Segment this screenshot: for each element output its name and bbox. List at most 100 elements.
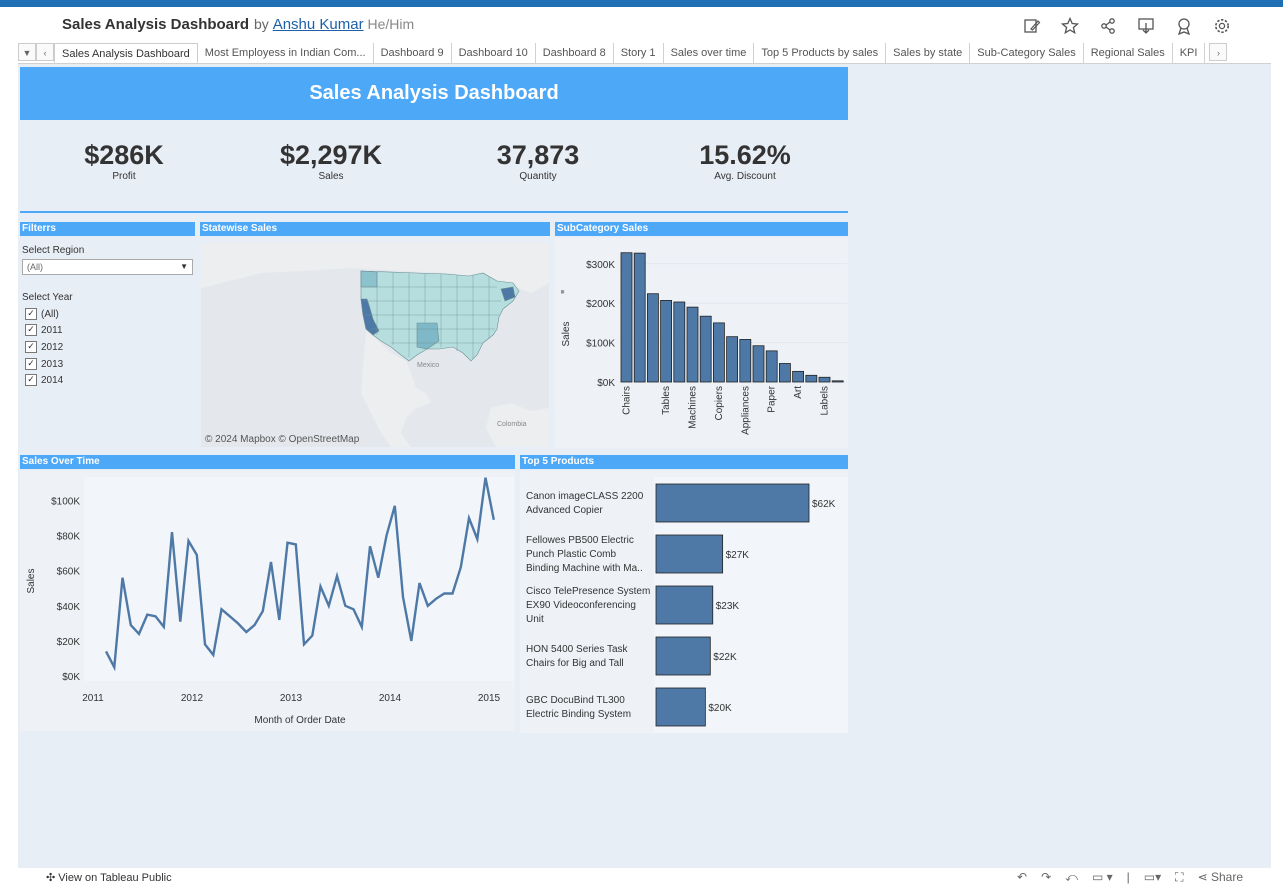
sales-point[interactable]: [418, 582, 421, 585]
sales-point[interactable]: [113, 666, 116, 669]
year-checkbox-all[interactable]: ✓ (All): [25, 308, 59, 321]
share-icon[interactable]: [1099, 17, 1117, 35]
sales-point[interactable]: [451, 592, 454, 595]
top5-bar[interactable]: [655, 534, 724, 574]
sort-icon[interactable]: ≡: [560, 290, 567, 294]
tab-sub-category-sales[interactable]: Sub-Category Sales: [970, 43, 1084, 63]
sales-point[interactable]: [352, 608, 355, 611]
subcategory-bar[interactable]: [818, 376, 831, 383]
sales-point[interactable]: [261, 610, 264, 613]
subcategory-bar[interactable]: [620, 252, 633, 383]
sales-point[interactable]: [360, 625, 363, 628]
sales-point[interactable]: [162, 625, 165, 628]
tab-story-1[interactable]: Story 1: [614, 43, 664, 63]
sales-point[interactable]: [171, 531, 174, 534]
sales-point[interactable]: [228, 615, 231, 618]
year-checkbox-2014[interactable]: ✓ 2014: [25, 374, 63, 387]
subcategory-bar[interactable]: [805, 374, 818, 383]
sales-point[interactable]: [129, 624, 132, 627]
sales-point[interactable]: [154, 615, 157, 618]
sales-point[interactable]: [146, 613, 149, 616]
sales-point[interactable]: [278, 618, 281, 621]
sales-point[interactable]: [195, 553, 198, 556]
sales-point[interactable]: [138, 632, 141, 635]
subcategory-bar[interactable]: [647, 293, 659, 383]
subcategory-bar[interactable]: [778, 363, 791, 383]
tab-regional-sales[interactable]: Regional Sales: [1084, 43, 1173, 63]
region-select[interactable]: (All) ▼: [22, 259, 193, 275]
sales-point[interactable]: [385, 534, 388, 537]
sales-point[interactable]: [121, 576, 124, 579]
top5-bar[interactable]: [655, 636, 711, 676]
author-link[interactable]: Anshu Kumar: [273, 16, 364, 33]
sales-point[interactable]: [369, 545, 372, 548]
subcategory-bar[interactable]: [752, 345, 765, 383]
sales-point[interactable]: [484, 476, 487, 479]
sales-point[interactable]: [402, 596, 405, 599]
sales-point[interactable]: [443, 592, 446, 595]
sales-point[interactable]: [410, 639, 413, 642]
sales-point[interactable]: [336, 575, 339, 578]
subcategory-bar[interactable]: [739, 339, 752, 383]
tab-dashboard-9[interactable]: Dashboard 9: [374, 43, 452, 63]
undo-icon[interactable]: ↶: [1017, 870, 1027, 885]
sales-point[interactable]: [187, 539, 190, 542]
badge-icon[interactable]: [1175, 17, 1193, 36]
sales-point[interactable]: [435, 597, 438, 600]
tab-most-employess[interactable]: Most Employess in Indian Com...: [198, 43, 374, 63]
tab-sales-by-state[interactable]: Sales by state: [886, 43, 971, 63]
subcategory-bar[interactable]: [660, 300, 672, 383]
tab-menu-button[interactable]: ▼: [18, 43, 36, 61]
tab-scroll-left-icon[interactable]: ‹: [36, 43, 54, 61]
sales-point[interactable]: [377, 576, 380, 579]
edit-icon[interactable]: [1023, 17, 1041, 35]
sales-point[interactable]: [303, 643, 306, 646]
subcategory-bar-chart[interactable]: Sales ≡ $0K $100K $200K $300K Chairs Tables Mach…: [555, 238, 848, 448]
tab-sales-over-time[interactable]: Sales over time: [664, 43, 755, 63]
sales-point[interactable]: [344, 604, 347, 607]
sales-point[interactable]: [426, 604, 429, 607]
sales-point[interactable]: [327, 604, 330, 607]
tab-dashboard-8[interactable]: Dashboard 8: [536, 43, 614, 63]
subcategory-bar[interactable]: [765, 350, 778, 383]
sales-point[interactable]: [179, 620, 182, 623]
subcategory-bar[interactable]: [726, 336, 739, 383]
sales-point[interactable]: [245, 631, 248, 634]
tab-dashboard-10[interactable]: Dashboard 10: [452, 43, 536, 63]
sales-point[interactable]: [459, 566, 462, 569]
subcategory-bar[interactable]: [831, 380, 844, 383]
sales-point[interactable]: [311, 634, 314, 637]
download-icon[interactable]: [1137, 17, 1155, 35]
sales-point[interactable]: [476, 538, 479, 541]
redo-icon[interactable]: ↷: [1041, 870, 1051, 885]
statewise-sales-map[interactable]: Mexico Colombia: [201, 243, 549, 447]
map-credit[interactable]: © 2024 Mapbox © OpenStreetMap: [205, 434, 359, 445]
sales-point[interactable]: [105, 650, 108, 653]
subcategory-bar[interactable]: [633, 252, 646, 383]
sales-point[interactable]: [286, 541, 289, 544]
tab-scroll-right-icon[interactable]: ›: [1209, 43, 1228, 61]
top5-bar[interactable]: [655, 483, 810, 523]
sales-point[interactable]: [319, 585, 322, 588]
subcategory-bar[interactable]: [712, 322, 725, 383]
year-checkbox-2012[interactable]: ✓ 2012: [25, 341, 63, 354]
sales-point[interactable]: [204, 643, 207, 646]
sales-over-time-line-chart[interactable]: $0K $20K $40K $60K $80K $100K 2011 2012 2013 2014…: [20, 471, 515, 731]
sales-point[interactable]: [492, 518, 495, 521]
gear-icon[interactable]: [1213, 17, 1231, 35]
sales-point[interactable]: [220, 608, 223, 611]
tab-kpi[interactable]: KPI: [1173, 43, 1206, 63]
top5-bar[interactable]: [655, 687, 706, 727]
top-5-products-bar-chart[interactable]: $62K Canon imageCLASS 2200 Advanced Copier…: [520, 471, 848, 733]
footer-share-button[interactable]: ⋖ Share: [1198, 870, 1243, 885]
subcategory-bar[interactable]: [792, 370, 805, 383]
subcategory-bar[interactable]: [686, 306, 699, 383]
fullscreen-icon[interactable]: ⛶: [1175, 870, 1183, 885]
revert-icon[interactable]: ⤺: [1065, 870, 1078, 885]
tab-top-5-products[interactable]: Top 5 Products by sales: [754, 43, 887, 63]
star-icon[interactable]: [1060, 16, 1080, 35]
subcategory-bar[interactable]: [699, 315, 712, 383]
top5-bar[interactable]: [655, 585, 714, 625]
subcategory-bar[interactable]: [673, 301, 686, 383]
sales-point[interactable]: [270, 561, 273, 564]
